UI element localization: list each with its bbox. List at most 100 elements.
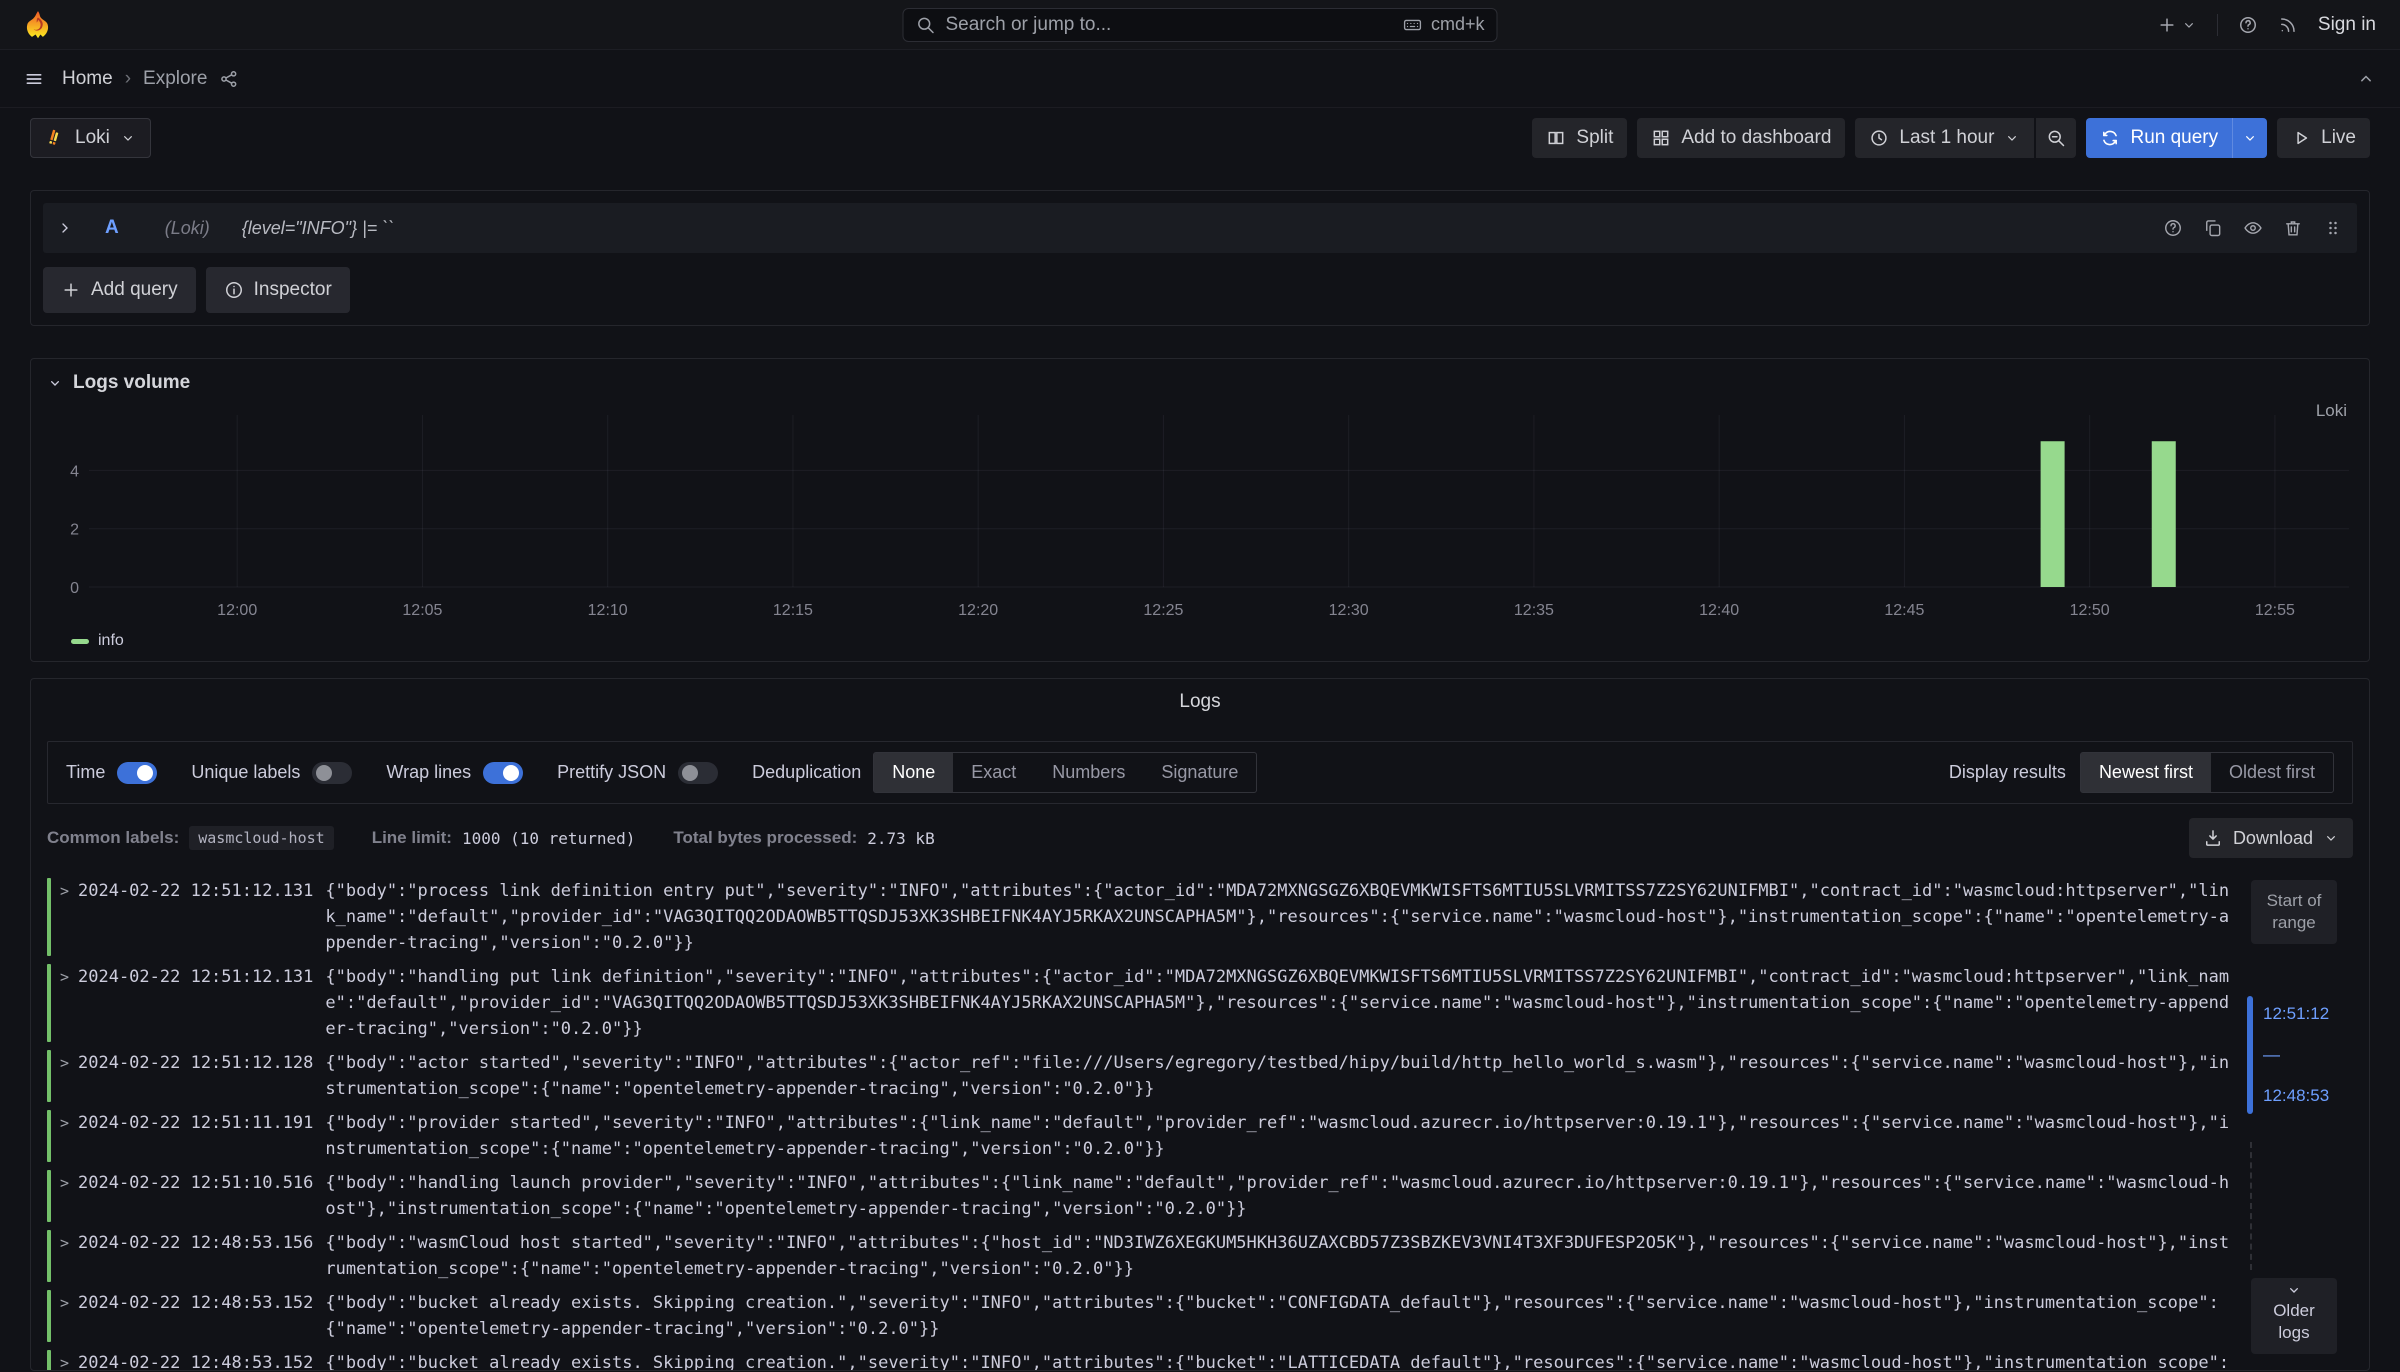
expand-query-row-button[interactable] xyxy=(57,220,73,236)
inspector-button[interactable]: Inspector xyxy=(206,267,350,313)
wrap-lines-toggle[interactable] xyxy=(483,762,523,784)
expand-log-icon[interactable]: > xyxy=(60,964,78,1042)
chart-legend[interactable]: info xyxy=(47,627,2353,655)
display-results-label: Display results xyxy=(1949,762,2066,783)
sign-in-link[interactable]: Sign in xyxy=(2318,14,2376,36)
expand-log-icon[interactable]: > xyxy=(60,878,78,956)
split-button[interactable]: Split xyxy=(1532,118,1627,158)
expand-log-icon[interactable]: > xyxy=(60,1050,78,1102)
log-row[interactable]: >2024-02-22 12:51:12.131{"body":"handlin… xyxy=(47,960,2231,1046)
run-query-options-button[interactable] xyxy=(2232,118,2267,158)
log-row[interactable]: >2024-02-22 12:51:12.131{"body":"process… xyxy=(47,874,2231,960)
line-limit-value: 1000 (10 returned) xyxy=(462,829,635,848)
x-axis-tick-label: 12:15 xyxy=(773,602,813,619)
remaining-range-dashed-line xyxy=(2250,1142,2252,1270)
unique-labels-toggle[interactable] xyxy=(312,762,352,784)
mega-menu-button[interactable] xyxy=(24,69,44,89)
expand-log-icon[interactable]: > xyxy=(60,1350,78,1370)
run-query-button[interactable]: Run query xyxy=(2086,118,2232,158)
current-range-indicator[interactable]: 12:51:12 — 12:48:53 xyxy=(2247,996,2329,1114)
keyboard-icon xyxy=(1403,15,1423,35)
legend-series-marker xyxy=(71,639,89,644)
news-button[interactable] xyxy=(2278,15,2298,35)
expand-log-icon[interactable]: > xyxy=(60,1170,78,1222)
chevron-right-icon xyxy=(57,220,73,236)
query-ref-label: A xyxy=(105,217,119,239)
query-actions: Add query Inspector xyxy=(43,267,2357,313)
query-datasource-hint: (Loki) xyxy=(165,218,210,239)
expand-log-icon[interactable]: > xyxy=(60,1290,78,1342)
log-timestamp: 2024-02-22 12:48:53.152 xyxy=(78,1350,313,1370)
bytes-processed-label: Total bytes processed: xyxy=(673,828,857,848)
toolbar-actions: Split Add to dashboard Last 1 hour xyxy=(1532,118,2370,158)
log-row[interactable]: >2024-02-22 12:51:11.191{"body":"provide… xyxy=(47,1106,2231,1166)
log-level-indicator xyxy=(47,1050,51,1102)
radio-option-oldest-first[interactable]: Oldest first xyxy=(2211,753,2333,792)
radio-option-signature[interactable]: Signature xyxy=(1143,753,1256,792)
chevron-down-icon xyxy=(120,130,136,146)
log-level-indicator xyxy=(47,878,51,956)
x-axis-tick-label: 12:10 xyxy=(588,602,628,619)
expand-log-icon[interactable]: > xyxy=(60,1230,78,1282)
volume-bar xyxy=(2041,441,2065,587)
radio-option-exact[interactable]: Exact xyxy=(953,753,1034,792)
drag-query-handle[interactable] xyxy=(2323,218,2343,238)
time-range-label: Last 1 hour xyxy=(1899,127,1994,149)
datasource-picker[interactable]: Loki xyxy=(30,118,151,158)
range-times: 12:51:12 — 12:48:53 xyxy=(2263,996,2329,1114)
chevron-down-icon xyxy=(2286,1282,2302,1298)
deduplication-label: Deduplication xyxy=(752,762,861,783)
info-icon xyxy=(224,280,244,300)
prettify-json-toggle[interactable] xyxy=(678,762,718,784)
x-axis-tick-label: 12:40 xyxy=(1699,602,1739,619)
log-level-indicator xyxy=(47,1230,51,1282)
duplicate-query-button[interactable] xyxy=(2203,218,2223,238)
share-shortcut-button[interactable] xyxy=(219,69,239,89)
older-logs-button[interactable]: Older logs xyxy=(2251,1278,2337,1354)
shortcut-label: cmd+k xyxy=(1431,14,1485,35)
chevron-down-icon xyxy=(2323,830,2339,846)
log-message: {"body":"process link definition entry p… xyxy=(325,878,2231,956)
query-editor-panel: A (Loki) {level="INFO"} |= `` xyxy=(30,190,2370,326)
download-button[interactable]: Download xyxy=(2189,818,2353,858)
grafana-logo[interactable] xyxy=(24,10,52,40)
plus-icon xyxy=(61,280,81,300)
search-input[interactable]: Search or jump to... cmd+k xyxy=(903,8,1498,42)
legend-series-label: info xyxy=(98,632,124,650)
breadcrumb-home-link[interactable]: Home xyxy=(62,68,113,90)
range-bar xyxy=(2247,996,2253,1114)
add-to-dashboard-button[interactable]: Add to dashboard xyxy=(1637,118,1845,158)
log-level-indicator xyxy=(47,1170,51,1222)
log-row[interactable]: >2024-02-22 12:48:53.152{"body":"bucket … xyxy=(47,1286,2231,1346)
time-toggle[interactable] xyxy=(117,762,157,784)
log-row[interactable]: >2024-02-22 12:51:12.128{"body":"actor s… xyxy=(47,1046,2231,1106)
collapse-top-nav-button[interactable] xyxy=(2356,69,2376,89)
add-query-button[interactable]: Add query xyxy=(43,267,196,313)
expand-log-icon[interactable]: > xyxy=(60,1110,78,1162)
topbar-divider xyxy=(2217,14,2218,36)
unique-labels-toggle-label: Unique labels xyxy=(191,762,300,783)
log-row[interactable]: >2024-02-22 12:48:53.156{"body":"wasmClo… xyxy=(47,1226,2231,1286)
radio-option-numbers[interactable]: Numbers xyxy=(1034,753,1143,792)
query-help-button[interactable] xyxy=(2163,218,2183,238)
line-limit-label: Line limit: xyxy=(372,828,452,848)
breadcrumb-row: Home › Explore xyxy=(0,50,2400,108)
logs-panel: Logs Time Unique labels Wrap lines Prett… xyxy=(30,678,2370,1371)
disable-query-button[interactable] xyxy=(2243,218,2263,238)
logs-volume-header[interactable]: Logs volume xyxy=(47,369,2353,397)
logs-body: >2024-02-22 12:51:12.131{"body":"process… xyxy=(47,874,2353,1370)
radio-option-none[interactable]: None xyxy=(874,753,953,792)
help-button[interactable] xyxy=(2238,15,2258,35)
delete-query-button[interactable] xyxy=(2283,218,2303,238)
log-row[interactable]: >2024-02-22 12:48:53.152{"body":"bucket … xyxy=(47,1346,2231,1370)
start-of-range-button[interactable]: Start of range xyxy=(2251,880,2337,944)
time-toggle-group: Time xyxy=(66,762,157,784)
new-menu-button[interactable] xyxy=(2157,15,2197,35)
live-button[interactable]: Live xyxy=(2277,118,2370,158)
common-labels-label: Common labels: xyxy=(47,828,179,848)
zoom-out-time-button[interactable] xyxy=(2036,118,2076,158)
log-row[interactable]: >2024-02-22 12:51:10.516{"body":"handlin… xyxy=(47,1166,2231,1226)
radio-option-newest-first[interactable]: Newest first xyxy=(2081,753,2211,792)
grip-dots-icon xyxy=(2323,218,2343,238)
time-range-picker[interactable]: Last 1 hour xyxy=(1855,118,2034,158)
